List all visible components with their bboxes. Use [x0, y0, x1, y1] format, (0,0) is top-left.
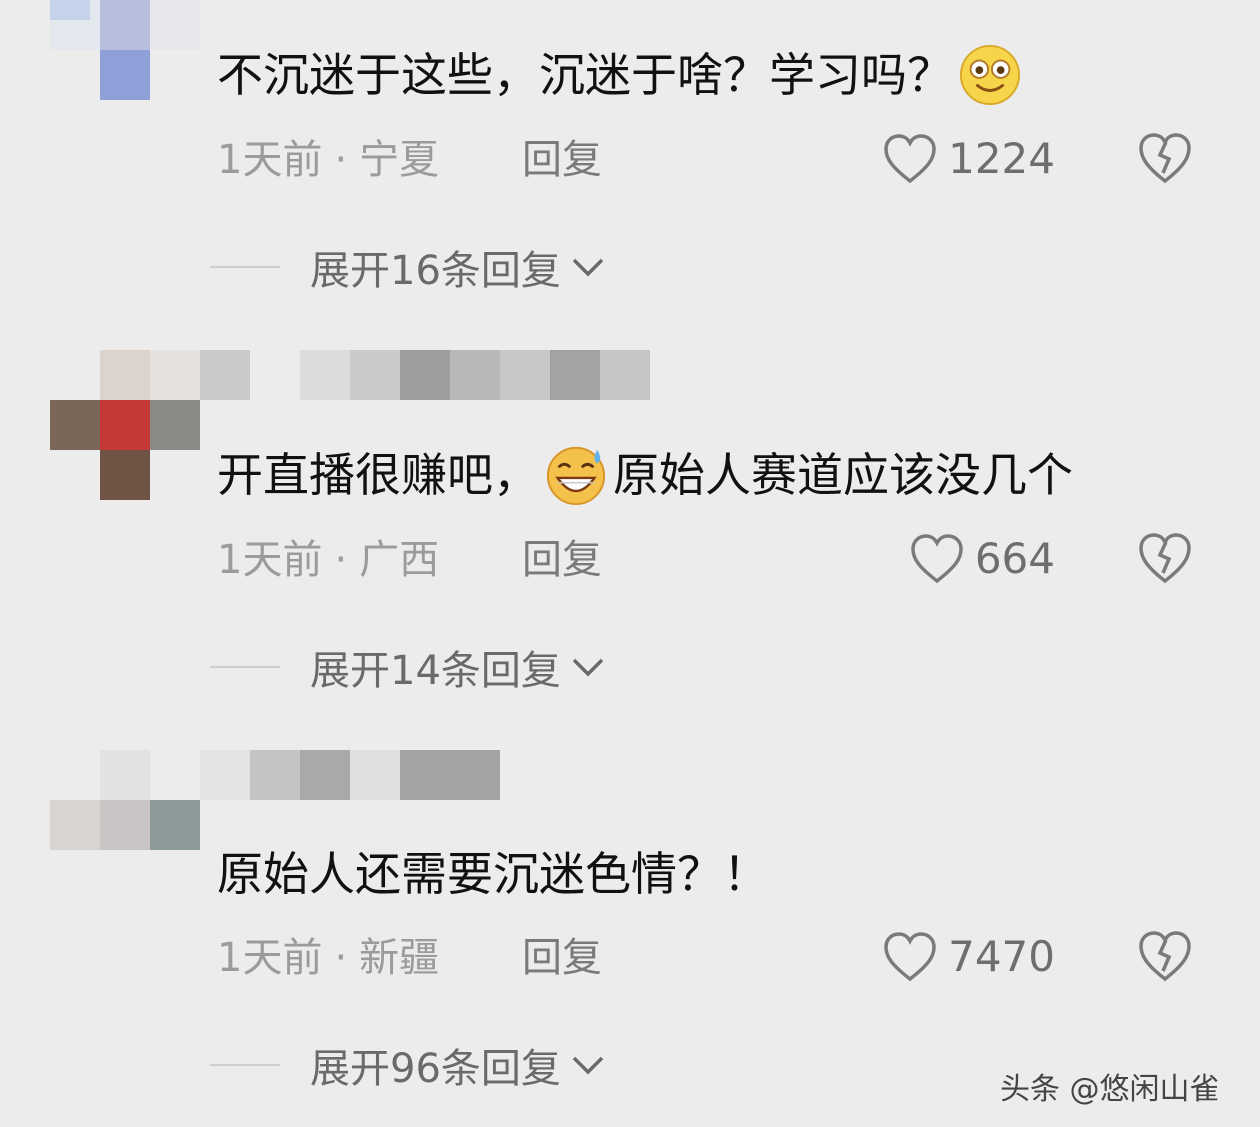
divider-line [210, 1064, 280, 1066]
broken-heart-icon[interactable] [1136, 531, 1194, 585]
chevron-down-icon [572, 1056, 604, 1075]
reply-button[interactable]: 回复 [522, 135, 602, 185]
comment-text: 不沉迷于这些，沉迷于啥？学习吗？ [217, 44, 1027, 106]
expand-replies-button[interactable]: 展开14条回复 [210, 638, 605, 696]
like-button[interactable]: 664 [909, 533, 1055, 585]
expand-replies-button[interactable]: 展开16条回复 [210, 238, 605, 296]
heart-outline-icon [884, 134, 936, 184]
avatar[interactable] [50, 350, 200, 500]
like-count: 664 [974, 534, 1055, 583]
timestamp: 1天前 [217, 537, 323, 583]
like-button[interactable]: 1224 [882, 133, 1055, 185]
comment-text: 开直播很赚吧， 原始人赛道应该没几个 [217, 444, 1073, 506]
location: 广西 [359, 537, 440, 583]
timestamp: 1天前 [217, 935, 323, 981]
meta-separator: · [334, 537, 348, 583]
timestamp: 1天前 [217, 137, 323, 183]
divider-line [210, 266, 280, 268]
avatar[interactable] [50, 0, 200, 100]
smiling-face-emoji [959, 44, 1021, 106]
like-count: 7470 [948, 932, 1055, 981]
comment-meta: 1天前 · 广西 [217, 535, 439, 585]
expand-replies-button[interactable]: 展开96条回复 [210, 1036, 605, 1094]
location: 新疆 [359, 935, 440, 981]
comment-text: 原始人还需要沉迷色情？！ [217, 847, 769, 901]
broken-heart-icon[interactable] [1136, 131, 1194, 185]
username-blurred[interactable] [200, 750, 500, 800]
avatar[interactable] [50, 750, 200, 850]
divider-line [210, 666, 280, 668]
heart-outline-icon [884, 932, 936, 982]
chevron-down-icon [572, 258, 604, 277]
meta-separator: · [334, 935, 348, 981]
reply-button[interactable]: 回复 [522, 933, 602, 983]
grinning-sweat-emoji [546, 446, 606, 506]
like-count: 1224 [948, 134, 1055, 183]
location: 宁夏 [359, 137, 440, 183]
heart-outline-icon [911, 534, 963, 584]
chevron-down-icon [572, 658, 604, 677]
username-blurred[interactable] [200, 350, 650, 400]
reply-button[interactable]: 回复 [522, 535, 602, 585]
comment-meta: 1天前 · 宁夏 [217, 135, 439, 185]
comment-meta: 1天前 · 新疆 [217, 933, 439, 983]
broken-heart-icon[interactable] [1136, 929, 1194, 983]
like-button[interactable]: 7470 [882, 931, 1055, 983]
meta-separator: · [334, 137, 348, 183]
watermark: 头条 @悠闲山雀 [1000, 1072, 1220, 1107]
